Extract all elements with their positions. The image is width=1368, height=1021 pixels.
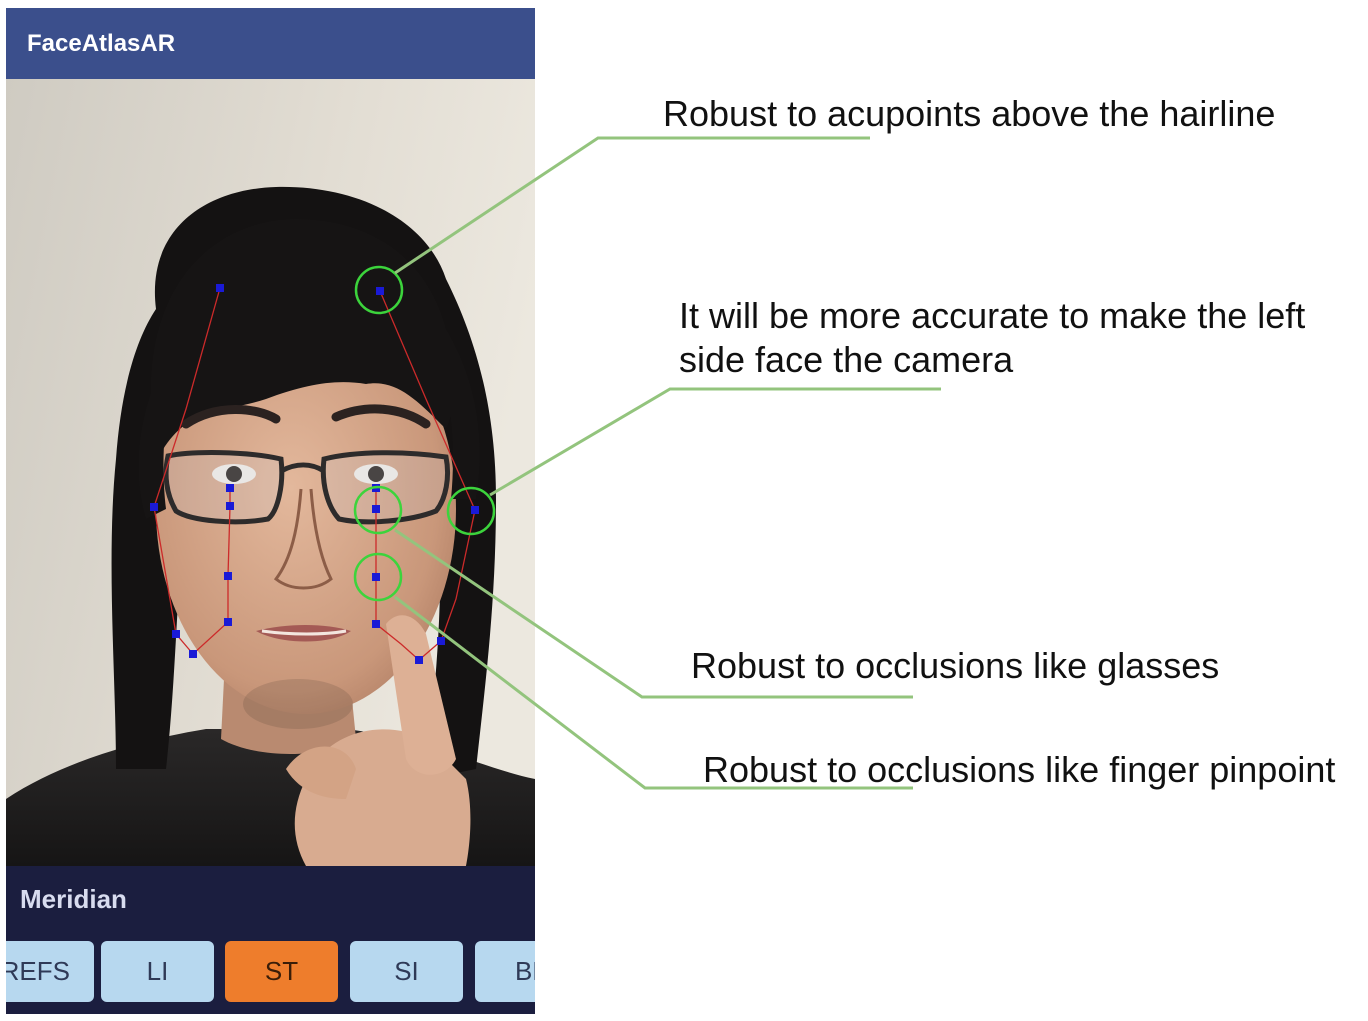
meridian-label: Meridian [20, 884, 127, 914]
annotation-left-side-line1: It will be more accurate to make the lef… [679, 295, 1306, 336]
camera-preview [6, 79, 535, 866]
meridian-chip-li[interactable]: LI [101, 941, 214, 1002]
acupoint-marker [224, 618, 232, 626]
annotation-left-side: It will be more accurate to make the lef… [679, 294, 1305, 382]
meridian-panel: Meridian REFS LI ST SI BL [6, 866, 535, 1014]
acupoint-marker [437, 637, 445, 645]
acupoint-marker [471, 506, 479, 514]
acupoint-marker [372, 505, 380, 513]
annotation-glasses: Robust to occlusions like glasses [691, 645, 1220, 686]
stubble [243, 679, 353, 729]
acupoint-marker [150, 503, 158, 511]
acupoint-marker [226, 484, 234, 492]
meridian-chip-refs[interactable]: REFS [6, 941, 94, 1002]
annotation-hairline: Robust to acupoints above the hairline [663, 93, 1276, 134]
meridian-chip-bl[interactable]: BL [475, 941, 535, 1002]
acupoint-marker [415, 656, 423, 664]
acupoint-marker [226, 502, 234, 510]
acupoint-marker [216, 284, 224, 292]
acupoint-marker [172, 630, 180, 638]
acupoint-marker [372, 620, 380, 628]
app-title: FaceAtlasAR [27, 29, 176, 57]
acupoint-marker [189, 650, 197, 658]
callout-line-left-side [489, 387, 941, 497]
acupoint-marker [372, 484, 380, 492]
acupoint-marker [224, 572, 232, 580]
meridian-chip-row[interactable]: REFS LI ST SI BL [6, 941, 535, 1003]
meridian-chip-st[interactable]: ST [225, 941, 338, 1002]
acupoint-marker [372, 573, 380, 581]
app-bar: FaceAtlasAR [6, 8, 535, 79]
annotation-left-side-line2: side face the camera [679, 339, 1014, 380]
annotation-finger: Robust to occlusions like finger pinpoin… [703, 749, 1336, 790]
acupoint-marker [376, 287, 384, 295]
meridian-chip-si[interactable]: SI [350, 941, 463, 1002]
phone-screen: FaceAtlasAR Meridian REFS LI ST SI B [6, 8, 535, 1014]
